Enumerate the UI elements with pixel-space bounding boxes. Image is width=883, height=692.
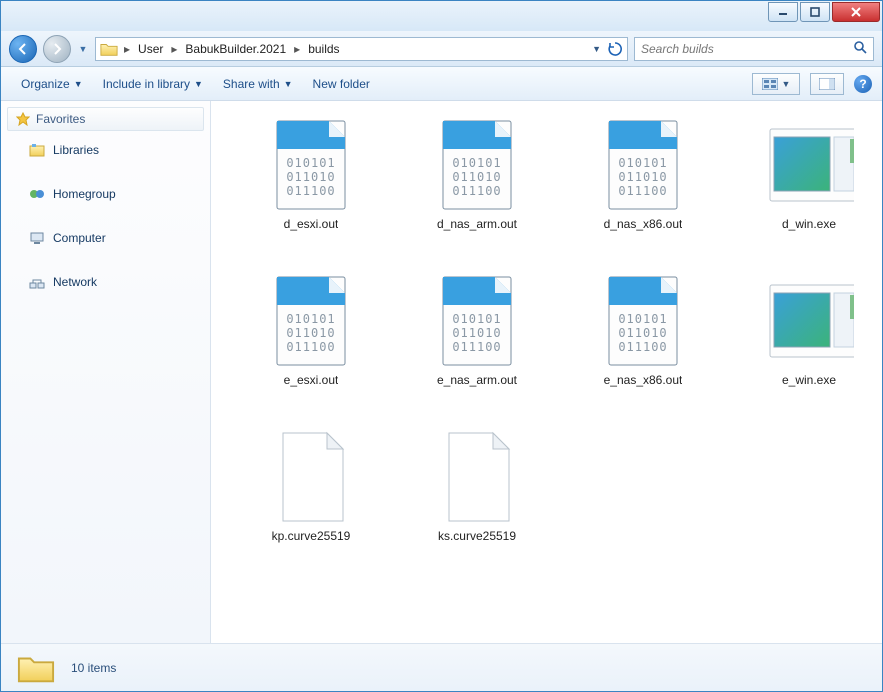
svg-text:011100: 011100 xyxy=(286,184,335,198)
svg-text:010101: 010101 xyxy=(452,312,501,326)
sidebar-homegroup[interactable]: Homegroup xyxy=(1,179,210,209)
search-placeholder: Search builds xyxy=(641,42,714,56)
file-item[interactable]: 010101011010011100 d_nas_x86.out xyxy=(563,115,723,265)
address-dropdown-icon[interactable]: ▼ xyxy=(592,44,601,54)
chevron-right-icon: ▸ xyxy=(169,42,179,56)
file-item[interactable]: kp.curve25519 xyxy=(231,427,391,577)
svg-text:011100: 011100 xyxy=(452,184,501,198)
thumbnails-icon xyxy=(762,78,778,90)
refresh-icon[interactable] xyxy=(607,41,623,57)
computer-icon xyxy=(29,231,45,245)
svg-text:010101: 010101 xyxy=(286,312,335,326)
file-item[interactable]: 010101011010011100 e_esxi.out xyxy=(231,271,391,421)
network-icon xyxy=(29,275,45,289)
file-label: d_nas_x86.out xyxy=(604,217,683,231)
navigation-pane: Favorites Libraries Homegroup Computer N… xyxy=(1,101,211,643)
breadcrumb-user[interactable]: User xyxy=(136,42,165,56)
breadcrumb-project[interactable]: BabukBuilder.2021 xyxy=(183,42,288,56)
exe-file-icon xyxy=(764,281,854,361)
svg-text:010101: 010101 xyxy=(618,312,667,326)
file-label: ks.curve25519 xyxy=(438,529,516,543)
libraries-icon xyxy=(29,143,45,157)
file-label: d_esxi.out xyxy=(284,217,339,231)
file-item[interactable]: 010101011010011100 e_nas_x86.out xyxy=(563,271,723,421)
titlebar xyxy=(1,1,882,31)
file-item[interactable]: 010101011010011100 d_nas_arm.out xyxy=(397,115,557,265)
svg-text:010101: 010101 xyxy=(286,156,335,170)
share-with-menu[interactable]: Share with▼ xyxy=(213,73,303,95)
organize-menu[interactable]: Organize▼ xyxy=(11,73,93,95)
maximize-button[interactable] xyxy=(800,2,830,22)
address-tail: ▼ xyxy=(592,41,623,57)
nav-history-dropdown[interactable]: ▼ xyxy=(77,44,89,54)
binary-file-icon: 010101011010011100 xyxy=(271,117,351,213)
navbar: ▼ ▸ User ▸ BabukBuilder.2021 ▸ builds ▼ … xyxy=(1,31,882,67)
chevron-right-icon: ▸ xyxy=(122,42,132,56)
svg-text:011100: 011100 xyxy=(452,340,501,354)
file-list[interactable]: 010101011010011100 d_esxi.out 0101010110… xyxy=(211,101,882,643)
chevron-right-icon: ▸ xyxy=(292,42,302,56)
search-icon[interactable] xyxy=(853,40,867,57)
svg-text:011100: 011100 xyxy=(618,340,667,354)
status-item-count: 10 items xyxy=(71,661,116,675)
svg-text:011010: 011010 xyxy=(618,326,667,340)
binary-file-icon: 010101011010011100 xyxy=(437,273,517,369)
svg-text:011100: 011100 xyxy=(286,340,335,354)
file-label: e_win.exe xyxy=(782,373,836,387)
sidebar-computer[interactable]: Computer xyxy=(1,223,210,253)
star-icon xyxy=(16,112,30,126)
exe-file-icon xyxy=(764,125,854,205)
binary-file-icon: 010101011010011100 xyxy=(437,117,517,213)
address-bar[interactable]: ▸ User ▸ BabukBuilder.2021 ▸ builds ▼ xyxy=(95,37,628,61)
file-label: e_esxi.out xyxy=(284,373,339,387)
svg-text:010101: 010101 xyxy=(618,156,667,170)
preview-pane-button[interactable] xyxy=(810,73,844,95)
new-folder-button[interactable]: New folder xyxy=(303,73,380,95)
include-in-library-menu[interactable]: Include in library▼ xyxy=(93,73,213,95)
close-button[interactable] xyxy=(832,2,880,22)
blank-file-icon xyxy=(437,429,517,525)
svg-text:011010: 011010 xyxy=(452,326,501,340)
view-mode-button[interactable]: ▼ xyxy=(752,73,800,95)
preview-pane-icon xyxy=(819,78,835,90)
binary-file-icon: 010101011010011100 xyxy=(603,117,683,213)
svg-text:010101: 010101 xyxy=(452,156,501,170)
binary-file-icon: 010101011010011100 xyxy=(271,273,351,369)
file-label: kp.curve25519 xyxy=(272,529,351,543)
sidebar-libraries[interactable]: Libraries xyxy=(1,135,210,165)
file-item[interactable]: e_win.exe xyxy=(729,271,882,421)
sidebar-network[interactable]: Network xyxy=(1,267,210,297)
binary-file-icon: 010101011010011100 xyxy=(603,273,683,369)
status-bar: 10 items xyxy=(1,643,882,691)
file-label: d_nas_arm.out xyxy=(437,217,517,231)
command-bar: Organize▼ Include in library▼ Share with… xyxy=(1,67,882,101)
minimize-button[interactable] xyxy=(768,2,798,22)
help-button[interactable]: ? xyxy=(854,75,872,93)
svg-text:011010: 011010 xyxy=(618,170,667,184)
forward-button[interactable] xyxy=(43,35,71,63)
file-item[interactable]: ks.curve25519 xyxy=(397,427,557,577)
folder-icon xyxy=(100,41,118,57)
blank-file-icon xyxy=(271,429,351,525)
file-label: e_nas_arm.out xyxy=(437,373,517,387)
file-item[interactable]: d_win.exe xyxy=(729,115,882,265)
file-label: e_nas_x86.out xyxy=(604,373,683,387)
homegroup-icon xyxy=(29,187,45,201)
file-item[interactable]: 010101011010011100 e_nas_arm.out xyxy=(397,271,557,421)
svg-text:011010: 011010 xyxy=(286,170,335,184)
breadcrumb-builds[interactable]: builds xyxy=(306,42,341,56)
folder-icon xyxy=(17,651,55,685)
file-item[interactable]: 010101011010011100 d_esxi.out xyxy=(231,115,391,265)
search-input[interactable]: Search builds xyxy=(634,37,874,61)
file-label: d_win.exe xyxy=(782,217,836,231)
back-button[interactable] xyxy=(9,35,37,63)
explorer-window: ▼ ▸ User ▸ BabukBuilder.2021 ▸ builds ▼ … xyxy=(0,0,883,692)
explorer-body: Favorites Libraries Homegroup Computer N… xyxy=(1,101,882,643)
svg-text:011010: 011010 xyxy=(452,170,501,184)
svg-text:011100: 011100 xyxy=(618,184,667,198)
sidebar-favorites-header[interactable]: Favorites xyxy=(7,107,204,131)
svg-text:011010: 011010 xyxy=(286,326,335,340)
